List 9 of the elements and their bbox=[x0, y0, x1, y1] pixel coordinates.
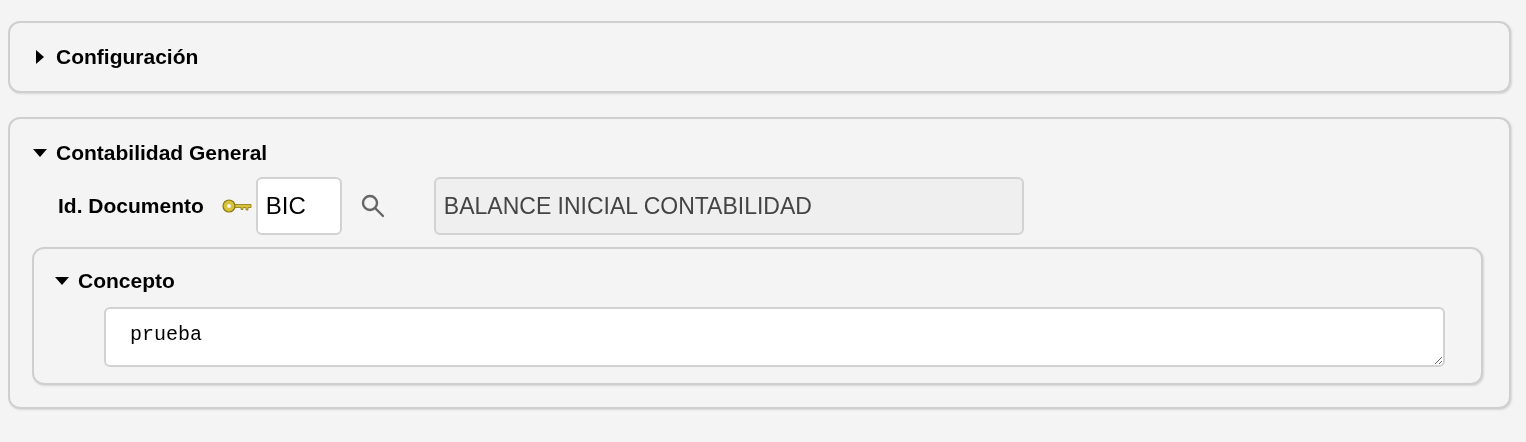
search-icon[interactable] bbox=[359, 193, 386, 219]
key-icon bbox=[221, 199, 252, 213]
section-title[interactable]: Configuración bbox=[56, 45, 199, 69]
code-field[interactable]: BIC bbox=[255, 177, 342, 235]
section-title[interactable]: Contabilidad General bbox=[56, 141, 268, 165]
field-label: Id. Documento bbox=[58, 194, 204, 218]
description-field[interactable]: BALANCE INICIAL CONTABILIDAD bbox=[433, 177, 1024, 235]
concept-field[interactable]: prueba bbox=[104, 307, 1445, 367]
section-title[interactable]: Concepto bbox=[78, 269, 175, 293]
